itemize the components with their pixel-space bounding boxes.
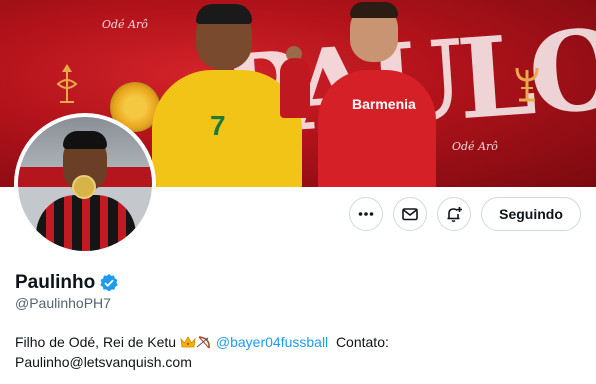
notifications-button[interactable] <box>437 197 471 231</box>
profile-name-row: Paulinho <box>15 272 119 294</box>
avatar-jersey <box>36 195 136 251</box>
player-hair <box>196 4 252 24</box>
small-player-figure <box>280 58 310 118</box>
banner-script-text-left: Odé Arô <box>102 18 148 31</box>
player-hair <box>350 2 398 18</box>
profile-bio: Filho de Odé, Rei de Ketu @bayer04fussba… <box>15 332 585 372</box>
jersey-sponsor: Barmenia <box>352 96 416 112</box>
bio-contact-label: Contato: <box>328 334 389 350</box>
player-leverkusen-jersey <box>318 70 436 187</box>
message-button[interactable] <box>393 197 427 231</box>
verified-badge-icon[interactable] <box>99 273 119 293</box>
ofa-symbol-icon <box>515 67 539 102</box>
gold-medal <box>72 175 96 199</box>
more-dots-icon <box>358 212 374 216</box>
profile-avatar[interactable] <box>14 113 156 255</box>
avatar-photo <box>18 117 152 251</box>
following-button[interactable]: Seguindo <box>481 197 581 231</box>
more-button[interactable] <box>349 197 383 231</box>
bow-and-arrow-icon <box>196 336 210 349</box>
avatar-hair <box>63 131 107 149</box>
mail-icon <box>402 208 418 221</box>
ofa-bow-arrow-icon <box>56 64 78 103</box>
bell-plus-icon <box>447 207 462 222</box>
crown-icon <box>180 336 196 348</box>
bio-email[interactable]: Paulinho@letsvanquish.com <box>15 354 192 370</box>
profile-name: Paulinho <box>15 272 96 293</box>
banner-script-text-right: Odé Arô <box>452 140 498 153</box>
bio-mention-link[interactable]: @bayer04fussball <box>216 334 328 350</box>
bio-text: Filho de Odé, Rei de Ketu <box>15 334 180 350</box>
jersey-number: 7 <box>210 110 226 141</box>
profile-handle: @PaulinhoPH7 <box>15 295 111 311</box>
